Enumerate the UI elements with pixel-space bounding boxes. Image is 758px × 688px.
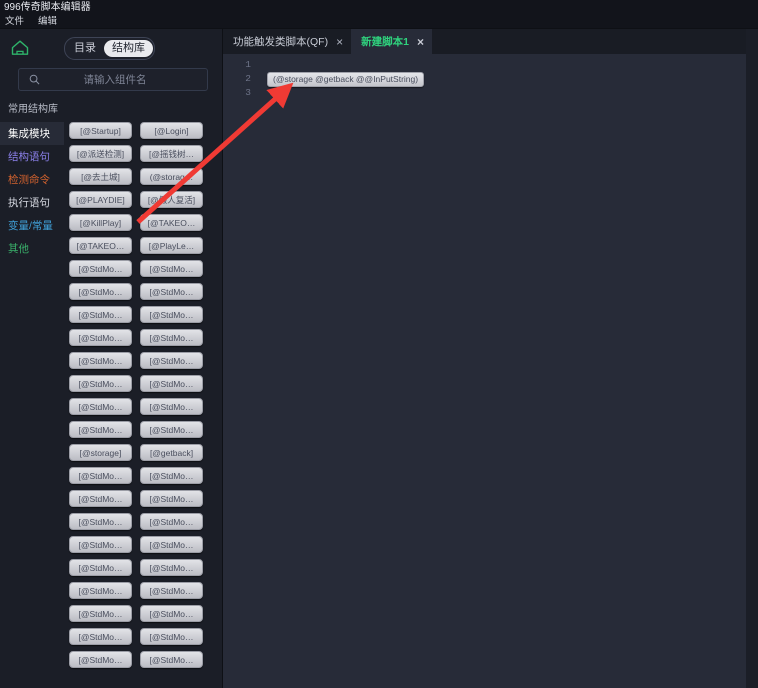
component-button[interactable]: [@StdMo… <box>69 513 132 530</box>
editor-panel: 功能触发类脚本(QF) × 新建脚本1 × 1 2 3 (@storage @getbac… <box>223 29 746 688</box>
menu-edit[interactable]: 编辑 <box>38 15 57 28</box>
editor-tab-label: 新建脚本1 <box>361 36 409 48</box>
component-button[interactable]: [@KillPlay] <box>69 214 132 231</box>
component-button[interactable]: [@Login] <box>140 122 203 139</box>
line-number-gutter: 1 2 3 <box>223 54 255 688</box>
close-icon[interactable]: × <box>336 36 343 48</box>
component-button[interactable]: [@摇钱树… <box>140 145 203 162</box>
view-toggle[interactable]: 目录 结构库 <box>64 36 155 60</box>
line-number: 1 <box>245 59 251 70</box>
component-button[interactable]: [@StdMo… <box>140 628 203 645</box>
component-button[interactable]: [@StdMo… <box>140 329 203 346</box>
component-button[interactable]: [@StdMo… <box>69 352 132 369</box>
library-browser: 集成模块 结构语句 检测命令 执行语句 变量/常量 其他 [@Startup] [@Logi… <box>0 122 222 688</box>
component-button[interactable]: [@假人复活] <box>140 191 203 208</box>
component-button[interactable]: [@getback] <box>140 444 203 461</box>
code-token-chip[interactable]: (@storage @getback @@InPutString) <box>267 71 425 87</box>
component-button[interactable]: [@StdMo… <box>140 490 203 507</box>
component-button[interactable]: [@StdMo… <box>140 467 203 484</box>
component-button[interactable]: [@PlayLe… <box>140 237 203 254</box>
component-button[interactable]: [@storage] <box>69 444 132 461</box>
component-button[interactable]: [@StdMo… <box>69 651 132 668</box>
component-button[interactable]: [@StdMo… <box>69 375 132 392</box>
component-button[interactable]: [@StdMo… <box>140 421 203 438</box>
component-button[interactable]: [@StdMo… <box>69 467 132 484</box>
component-button[interactable]: [@StdMo… <box>69 421 132 438</box>
code-area[interactable]: (@storage @getback @@InPutString) <box>255 54 746 688</box>
editor-tab-label: 功能触发类脚本(QF) <box>233 36 329 48</box>
component-button[interactable]: [@派送检测] <box>69 145 132 162</box>
category-item-1[interactable]: 结构语句 <box>0 145 64 168</box>
component-button[interactable]: [@StdMo… <box>69 628 132 645</box>
component-button[interactable]: [@TAKEO… <box>140 214 203 231</box>
left-panel-toolbar: 目录 结构库 <box>0 29 222 67</box>
window-title-bar: 996传奇脚本编辑器 <box>0 0 758 15</box>
category-item-5[interactable]: 其他 <box>0 237 64 260</box>
code-line[interactable] <box>255 86 746 100</box>
editor-tab-bar: 功能触发类脚本(QF) × 新建脚本1 × <box>223 29 746 54</box>
component-button[interactable]: [@StdMo… <box>140 605 203 622</box>
menu-file[interactable]: 文件 <box>5 15 24 28</box>
component-button[interactable]: [@StdMo… <box>140 306 203 323</box>
component-button[interactable]: [@StdMo… <box>140 283 203 300</box>
component-button[interactable]: [@去土城] <box>69 168 132 185</box>
component-button[interactable]: (@storag… <box>140 168 203 185</box>
component-button[interactable]: [@StdMo… <box>69 605 132 622</box>
category-item-4[interactable]: 变量/常量 <box>0 214 64 237</box>
component-button[interactable]: [@StdMo… <box>140 559 203 576</box>
component-button[interactable]: [@StdMo… <box>140 651 203 668</box>
component-button[interactable]: [@StdMo… <box>140 513 203 530</box>
line-number: 3 <box>245 87 251 98</box>
toggle-option-structure-library[interactable]: 结构库 <box>104 39 153 57</box>
component-button[interactable]: [@StdMo… <box>69 306 132 323</box>
component-button[interactable]: [@StdMo… <box>69 536 132 553</box>
component-button[interactable]: [@StdMo… <box>140 536 203 553</box>
section-title: 常用结构库 <box>8 104 58 115</box>
line-number: 2 <box>245 73 251 84</box>
code-editor[interactable]: 1 2 3 (@storage @getback @@InPutString) <box>223 54 746 688</box>
home-icon[interactable] <box>8 36 32 60</box>
component-grid: [@Startup] [@Login] [@派送检测] [@摇钱树… [@去土城] (@s… <box>64 122 222 688</box>
editor-tab-1[interactable]: 新建脚本1 × <box>351 29 432 54</box>
component-button[interactable]: [@StdMo… <box>69 398 132 415</box>
category-item-2[interactable]: 检测命令 <box>0 168 64 191</box>
component-button[interactable]: [@StdMo… <box>140 582 203 599</box>
window-title: 996传奇脚本编辑器 <box>4 2 91 13</box>
component-button[interactable]: [@StdMo… <box>140 352 203 369</box>
component-button[interactable]: [@TAKEO… <box>69 237 132 254</box>
component-button[interactable]: [@StdMo… <box>69 260 132 277</box>
close-icon[interactable]: × <box>417 36 424 48</box>
component-button[interactable]: [@StdMo… <box>69 329 132 346</box>
component-button[interactable]: [@StdMo… <box>140 375 203 392</box>
component-button[interactable]: [@StdMo… <box>69 582 132 599</box>
component-button[interactable]: [@PLAYDIE] <box>69 191 132 208</box>
toggle-option-catalog[interactable]: 目录 <box>66 40 104 57</box>
body-split: 目录 结构库 常用结构库 集成模块结构语句检测命令执行语句变量/常量其他 [@S… <box>0 29 758 688</box>
category-list: 集成模块 结构语句 检测命令 执行语句 变量/常量 其他 <box>0 122 64 688</box>
code-line[interactable] <box>255 58 746 72</box>
app-root: 996传奇脚本编辑器 文件 编辑 目录 结构库 请输入组件名 常用结构库 集成模… <box>0 0 758 688</box>
component-button[interactable]: [@StdMo… <box>140 260 203 277</box>
right-rail <box>746 29 758 688</box>
component-button[interactable]: [@StdMo… <box>140 398 203 415</box>
editor-tab-0[interactable]: 功能触发类脚本(QF) × <box>223 29 351 54</box>
component-search[interactable] <box>18 68 208 91</box>
left-panel: 目录 结构库 常用结构库 集成模块结构语句检测命令执行语句变量/常量其他 [@S… <box>0 29 223 688</box>
component-button[interactable]: [@StdMo… <box>69 559 132 576</box>
code-line[interactable]: (@storage @getback @@InPutString) <box>255 71 746 87</box>
component-button[interactable]: [@Startup] <box>69 122 132 139</box>
category-item-3[interactable]: 执行语句 <box>0 191 64 214</box>
component-button[interactable]: [@StdMo… <box>69 283 132 300</box>
component-button[interactable]: [@StdMo… <box>69 490 132 507</box>
menu-bar: 文件 编辑 <box>0 15 758 29</box>
search-icon <box>25 74 43 85</box>
search-input[interactable] <box>43 72 207 87</box>
category-item-0[interactable]: 集成模块 <box>0 122 64 145</box>
